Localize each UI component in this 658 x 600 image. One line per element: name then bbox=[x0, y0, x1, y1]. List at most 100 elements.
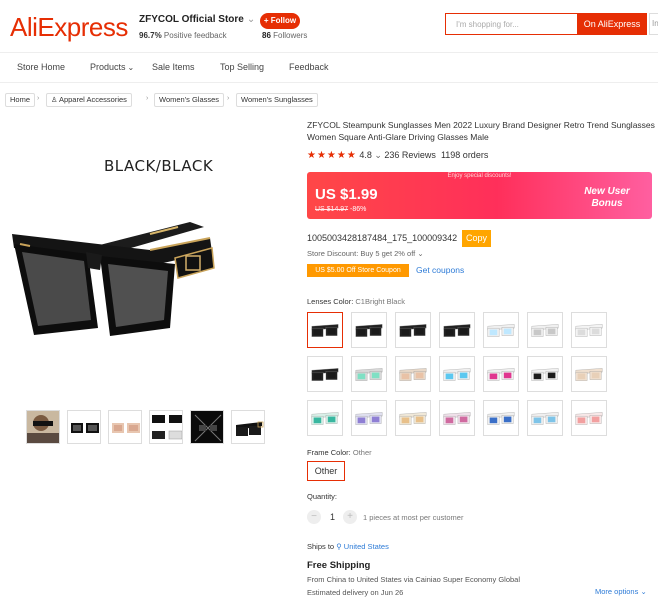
thumbnail-5[interactable] bbox=[190, 410, 224, 444]
aliexpress-logo[interactable]: AliExpress bbox=[10, 12, 128, 43]
sunglasses-icon bbox=[355, 324, 383, 337]
thumbnail-1[interactable] bbox=[26, 410, 60, 444]
store-discount[interactable]: Store Discount: Buy 5 get 2% off ⌄ bbox=[307, 249, 424, 258]
sunglasses-icon bbox=[575, 412, 603, 425]
banner-top-text: Enjoy special discounts! bbox=[447, 173, 512, 179]
estimated-delivery: Estimated delivery on Jun 26 bbox=[307, 588, 404, 597]
lens-color-option-5[interactable] bbox=[483, 312, 519, 348]
sunglasses-icon bbox=[311, 368, 339, 381]
search-in-store-button[interactable]: In bbox=[649, 13, 658, 35]
lens-color-option-11[interactable] bbox=[439, 356, 475, 392]
free-shipping-title: Free Shipping bbox=[307, 560, 371, 571]
search-input[interactable]: I'm shopping for... bbox=[445, 13, 577, 35]
thumbnail-4[interactable] bbox=[149, 410, 183, 444]
frame-color-label: Frame Color: Other bbox=[307, 448, 372, 457]
reviews-link[interactable]: 236 Reviews bbox=[384, 150, 436, 160]
lens-color-option-2[interactable] bbox=[351, 312, 387, 348]
chevron-down-icon[interactable]: ⌄ bbox=[640, 587, 646, 596]
nav-products-label[interactable]: Products bbox=[90, 62, 126, 72]
sunglasses-icon bbox=[443, 368, 471, 381]
nav-products[interactable]: Products ⌄ bbox=[90, 62, 134, 72]
original-price: US $14.97 -86% bbox=[315, 206, 366, 213]
breadcrumb-womens-sunglasses[interactable]: Women's Sunglasses bbox=[236, 93, 318, 107]
chevron-down-icon[interactable]: ⌄ bbox=[247, 14, 255, 25]
sku-id: 1005003428187484_175_100009342 bbox=[307, 233, 458, 243]
followers-number: 86 bbox=[262, 31, 271, 40]
sunglasses-icon bbox=[443, 324, 471, 337]
chevron-down-icon[interactable]: ⌄ bbox=[417, 249, 423, 258]
ships-to-label: Ships to bbox=[307, 542, 335, 551]
lens-color-option-3[interactable] bbox=[395, 312, 431, 348]
quantity-limit-note: 1 pieces at most per customer bbox=[363, 513, 464, 522]
lens-color-option-16[interactable] bbox=[351, 400, 387, 436]
frame-option-other[interactable]: Other bbox=[307, 461, 345, 481]
breadcrumb-apparel-accessories[interactable]: ♙ Apparel Accessories bbox=[46, 93, 132, 107]
lens-color-option-15[interactable] bbox=[307, 400, 343, 436]
sunglasses-icon bbox=[575, 324, 603, 337]
thumbnail-6[interactable] bbox=[231, 410, 265, 444]
lens-color-option-10[interactable] bbox=[395, 356, 431, 392]
more-shipping-options[interactable]: More options ⌄ bbox=[595, 587, 647, 596]
followers-count: 86 Followers bbox=[262, 31, 307, 40]
chevron-down-icon[interactable]: ⌄ bbox=[128, 63, 135, 72]
sunglasses-icon bbox=[311, 412, 339, 425]
lens-color-option-20[interactable] bbox=[527, 400, 563, 436]
followers-label: Followers bbox=[273, 31, 308, 40]
quantity-decrease-button[interactable]: − bbox=[307, 510, 321, 524]
quantity-label: Quantity: bbox=[307, 492, 338, 501]
get-coupons-link[interactable]: Get coupons bbox=[416, 265, 464, 275]
sunglasses-icon bbox=[531, 324, 559, 337]
lens-color-option-6[interactable] bbox=[527, 312, 563, 348]
ships-to-location[interactable]: United States bbox=[344, 542, 389, 551]
shipping-route: From China to United States via Cainiao … bbox=[307, 575, 521, 584]
more-options-label[interactable]: More options bbox=[595, 587, 638, 596]
nav-sale-items[interactable]: Sale Items bbox=[152, 62, 195, 72]
lens-color-option-7[interactable] bbox=[571, 312, 607, 348]
main-product-image[interactable] bbox=[0, 130, 300, 390]
star-rating-icon[interactable]: ★★★★★ bbox=[307, 150, 357, 161]
top-bar: AliExpress ZFYCOL Official Store ⌄ 96.7% … bbox=[0, 0, 658, 53]
breadcrumb-apparel-label[interactable]: Apparel Accessories bbox=[59, 95, 127, 104]
copy-button[interactable]: Copy bbox=[462, 230, 491, 247]
sunglasses-icon bbox=[355, 412, 383, 425]
lens-color-option-19[interactable] bbox=[483, 400, 519, 436]
lens-color-option-21[interactable] bbox=[571, 400, 607, 436]
lens-color-option-14[interactable] bbox=[571, 356, 607, 392]
nav-store-home[interactable]: Store Home bbox=[17, 62, 65, 72]
feedback-label: Positive feedback bbox=[163, 31, 227, 40]
location-pin-icon[interactable]: ⚲ bbox=[336, 542, 342, 551]
store-discount-text[interactable]: Store Discount: Buy 5 get 2% off bbox=[307, 249, 415, 258]
store-name-label[interactable]: ZFYCOL Official Store bbox=[139, 14, 244, 25]
thumbnail-2[interactable] bbox=[67, 410, 101, 444]
price-banner: Enjoy special discounts! US $1.99 US $14… bbox=[307, 172, 652, 219]
orders-count: 1198 orders bbox=[440, 150, 489, 160]
lens-color-option-8[interactable] bbox=[307, 356, 343, 392]
lens-color-option-12[interactable] bbox=[483, 356, 519, 392]
lens-color-option-1[interactable] bbox=[307, 312, 343, 348]
sunglasses-icon bbox=[399, 368, 427, 381]
sunglasses-icon bbox=[443, 412, 471, 425]
original-price-value: US $14.97 bbox=[315, 206, 349, 213]
lens-color-option-18[interactable] bbox=[439, 400, 475, 436]
nav-top-selling[interactable]: Top Selling bbox=[220, 62, 264, 72]
thumbnail-image bbox=[236, 421, 264, 436]
nav-feedback[interactable]: Feedback bbox=[289, 62, 329, 72]
thumbnail-3[interactable] bbox=[108, 410, 142, 444]
search-aliexpress-button[interactable]: On AliExpress bbox=[577, 13, 647, 35]
sunglasses-icon bbox=[311, 324, 339, 337]
chevron-right-icon: › bbox=[227, 95, 230, 102]
lens-color-option-13[interactable] bbox=[527, 356, 563, 392]
store-nav: Store Home Products ⌄ Sale Items Top Sell… bbox=[0, 53, 658, 83]
lens-color-option-4[interactable] bbox=[439, 312, 475, 348]
thumbnail-image bbox=[152, 415, 182, 440]
quantity-increase-button[interactable]: + bbox=[343, 510, 357, 524]
lens-color-option-9[interactable] bbox=[351, 356, 387, 392]
breadcrumb-home[interactable]: Home bbox=[5, 93, 36, 107]
chevron-down-icon[interactable]: ⌄ bbox=[372, 150, 385, 160]
follow-button[interactable]: + Follow bbox=[260, 13, 300, 29]
store-name[interactable]: ZFYCOL Official Store ⌄ bbox=[139, 14, 255, 25]
new-user-bonus[interactable]: New User Bonus bbox=[570, 186, 644, 210]
lens-color-option-17[interactable] bbox=[395, 400, 431, 436]
quantity-value[interactable]: 1 bbox=[330, 512, 335, 522]
breadcrumb-womens-glasses[interactable]: Women's Glasses bbox=[154, 93, 225, 107]
